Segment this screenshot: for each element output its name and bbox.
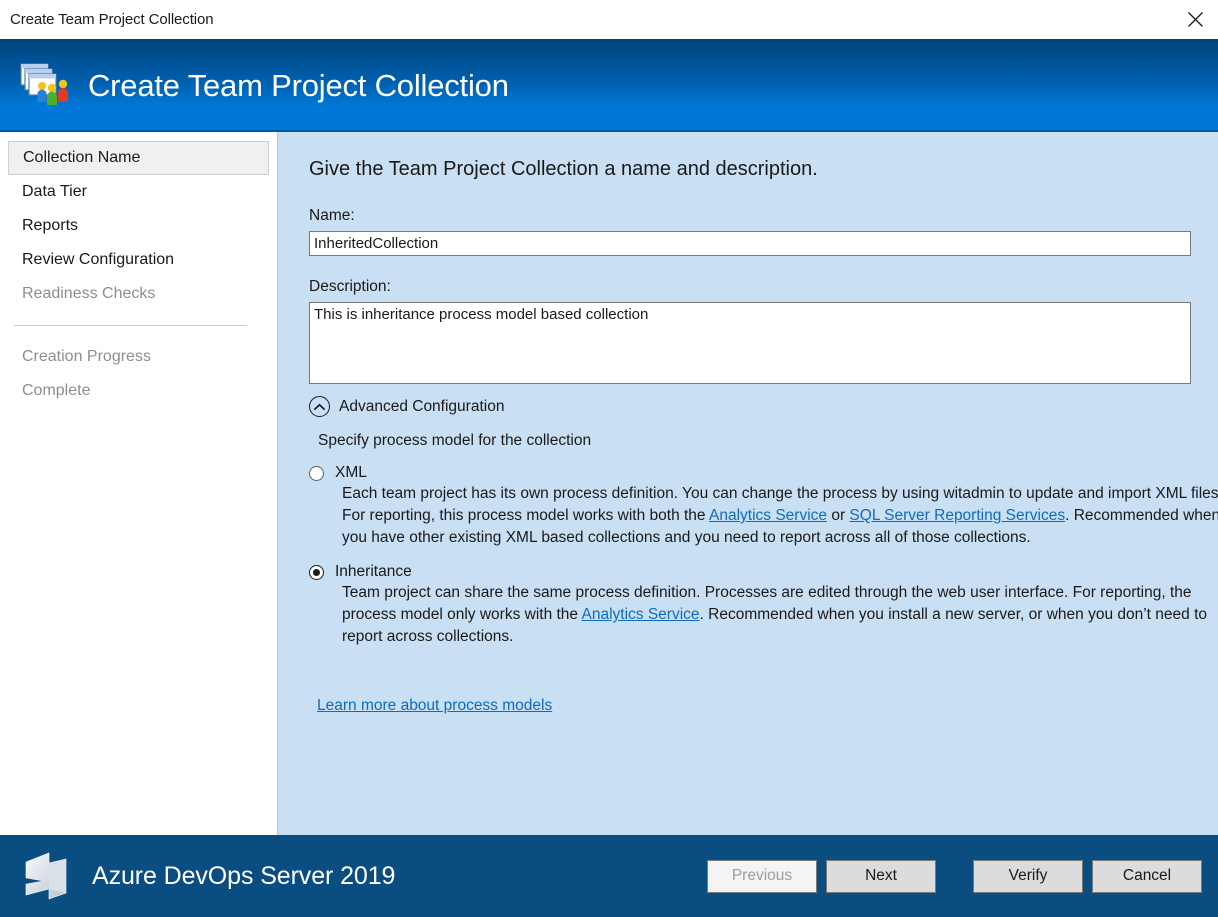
radio-option-inheritance[interactable]: Inheritance [309, 563, 1218, 580]
process-model-option-inheritance: Inheritance Team project can share the s… [309, 563, 1218, 648]
sidebar-item-label: Data Tier [22, 183, 87, 201]
name-field-label: Name: [309, 207, 1218, 225]
collection-name-input[interactable] [309, 231, 1191, 256]
next-button[interactable]: Next [826, 860, 936, 893]
sidebar-item-creation-progress: Creation Progress [8, 340, 269, 374]
sidebar-item-data-tier[interactable]: Data Tier [8, 175, 269, 209]
description-field-label: Description: [309, 278, 1218, 296]
wizard-steps-sidebar: Collection Name Data Tier Reports Review… [0, 132, 278, 835]
radio-description-xml: Each team project has its own process de… [342, 483, 1218, 549]
team-project-collection-icon [18, 61, 72, 111]
radio-description-inheritance: Team project can share the same process … [342, 582, 1218, 648]
sidebar-item-label: Creation Progress [22, 348, 151, 366]
advanced-configuration-label: Advanced Configuration [339, 398, 504, 416]
sidebar-item-complete: Complete [8, 374, 269, 408]
cancel-button[interactable]: Cancel [1092, 860, 1202, 893]
close-icon [1187, 11, 1204, 28]
sidebar-item-label: Review Configuration [22, 251, 174, 269]
radio-label-inheritance: Inheritance [335, 563, 412, 580]
window-title-bar: Create Team Project Collection [0, 0, 1218, 39]
inline-link[interactable]: SQL Server Reporting Services [849, 507, 1065, 524]
radio-option-xml[interactable]: XML [309, 464, 1218, 481]
banner-title: Create Team Project Collection [88, 68, 509, 104]
page-title: Give the Team Project Collection a name … [309, 158, 1218, 181]
sidebar-item-label: Reports [22, 217, 78, 235]
dialog-footer: Azure DevOps Server 2019 Previous Next V… [0, 835, 1218, 917]
radio-button-inheritance[interactable] [309, 565, 324, 580]
radio-button-xml[interactable] [309, 466, 324, 481]
product-name: Azure DevOps Server 2019 [92, 862, 395, 891]
radio-label-xml: XML [335, 464, 367, 481]
footer-button-group: Previous Next Verify Cancel [707, 860, 1202, 893]
window-title: Create Team Project Collection [0, 11, 214, 28]
learn-more-link[interactable]: Learn more about process models [317, 697, 552, 715]
inline-link[interactable]: Analytics Service [709, 507, 827, 524]
sidebar-divider [14, 325, 247, 326]
sidebar-item-reports[interactable]: Reports [8, 209, 269, 243]
process-model-option-xml: XML Each team project has its own proces… [309, 464, 1218, 549]
collection-description-input[interactable] [309, 302, 1191, 384]
close-button[interactable] [1172, 0, 1218, 39]
chevron-up-icon [309, 396, 330, 417]
sidebar-item-label: Collection Name [23, 149, 140, 167]
advanced-configuration-toggle[interactable]: Advanced Configuration [309, 396, 1218, 417]
dialog-body: Collection Name Data Tier Reports Review… [0, 132, 1218, 835]
verify-button[interactable]: Verify [973, 860, 1083, 893]
previous-button: Previous [707, 860, 817, 893]
main-content-panel: Give the Team Project Collection a name … [278, 132, 1218, 835]
azure-devops-logo-icon [16, 848, 74, 904]
specify-process-model-label: Specify process model for the collection [318, 432, 1218, 450]
page-banner: Create Team Project Collection [0, 39, 1218, 132]
inline-link[interactable]: Analytics Service [582, 606, 700, 623]
sidebar-item-label: Complete [22, 382, 90, 400]
sidebar-item-readiness-checks: Readiness Checks [8, 277, 269, 311]
sidebar-item-collection-name[interactable]: Collection Name [8, 141, 269, 175]
sidebar-item-review-configuration[interactable]: Review Configuration [8, 243, 269, 277]
sidebar-item-label: Readiness Checks [22, 285, 155, 303]
